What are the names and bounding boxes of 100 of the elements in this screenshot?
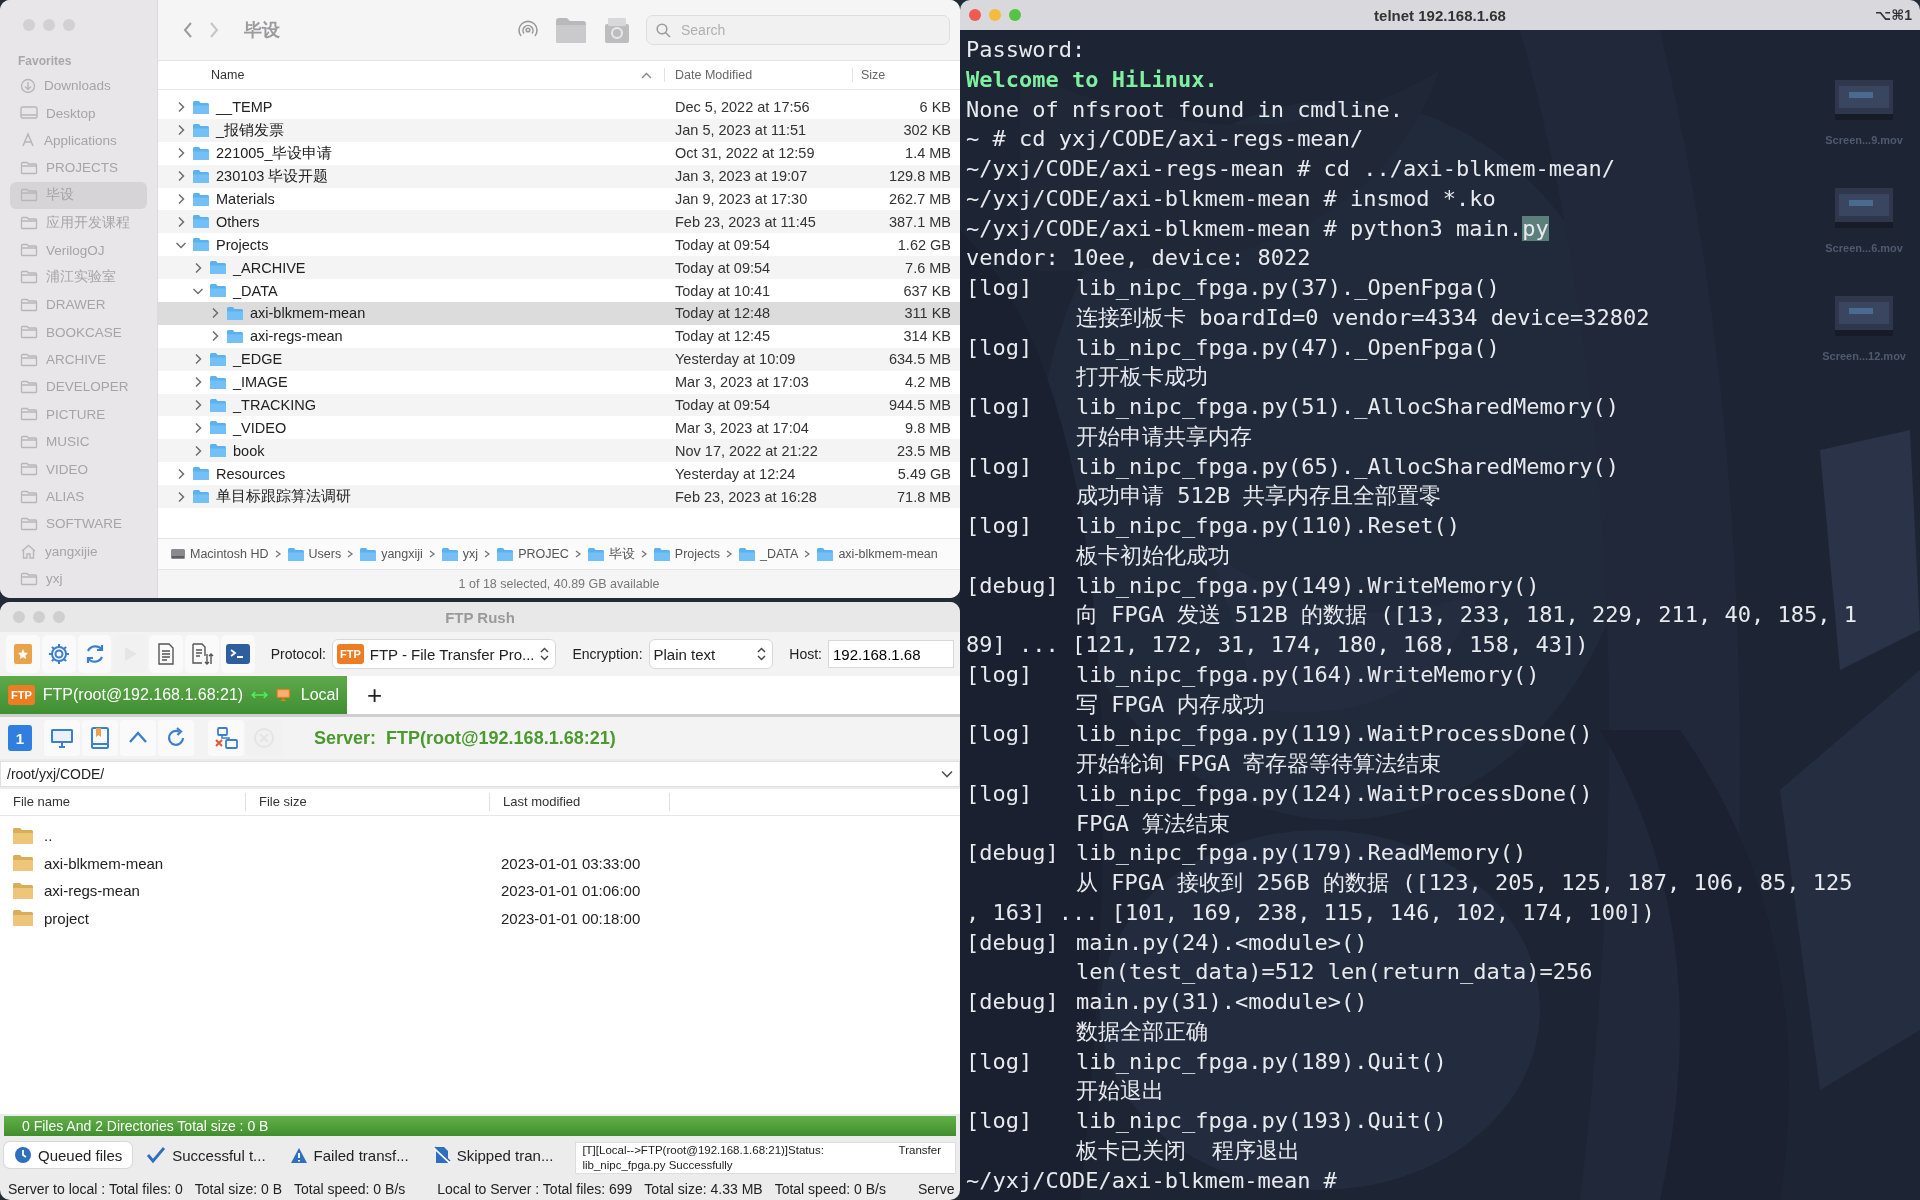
file-row[interactable]: Resources Yesterday at 12:24 5.49 GB bbox=[158, 462, 960, 486]
disclosure-icon[interactable] bbox=[193, 399, 203, 411]
disclosure-icon[interactable] bbox=[176, 170, 186, 183]
monitor-button[interactable] bbox=[44, 720, 80, 756]
terminal-line: [log] lib_nipc_fpga.py(65)._AllocSharedMemory() bbox=[966, 452, 1620, 481]
warning-icon bbox=[289, 1146, 308, 1164]
size-text: 129.8 MB bbox=[887, 168, 952, 185]
disclosure-icon[interactable] bbox=[176, 490, 186, 503]
search-field[interactable]: Search bbox=[646, 15, 950, 45]
file-row[interactable]: _DATA Today at 10:41 637 KB bbox=[158, 279, 960, 302]
column-header[interactable]: Name bbox=[211, 68, 245, 82]
file-row[interactable]: book Nov 17, 2022 at 21:22 23.5 MB bbox=[158, 439, 960, 463]
terminal-button[interactable] bbox=[220, 635, 255, 673]
transfer-button[interactable] bbox=[185, 635, 219, 673]
back-icon[interactable] bbox=[182, 21, 194, 39]
path-item[interactable]: Projects bbox=[652, 546, 720, 562]
host-field[interactable]: 192.168.1.68 bbox=[827, 640, 954, 668]
column-header[interactable]: File size bbox=[246, 793, 490, 811]
terminal-line: 从 FPGA 接收到 256B 的数据 ([123, 205, 125, 187, 106, 85, 125 bbox=[1075, 869, 1853, 897]
protocol-label: Protocol: bbox=[270, 646, 326, 662]
file-row[interactable]: Projects Today at 09:54 1.62 GB bbox=[158, 233, 960, 257]
file-row[interactable]: _报销发票 Jan 5, 2023 at 11:51 302 KB bbox=[158, 118, 960, 142]
disclosure-icon[interactable] bbox=[193, 421, 203, 434]
file-row[interactable]: _TRACKING Today at 09:54 944.5 MB bbox=[158, 393, 960, 417]
disclosure-icon[interactable] bbox=[210, 307, 220, 320]
disclosure-icon[interactable] bbox=[193, 376, 203, 389]
folder-icon bbox=[20, 571, 38, 586]
file-row[interactable]: project 2023-01-01 00:18:00 bbox=[0, 904, 960, 932]
column-header[interactable]: Date Modified bbox=[675, 68, 753, 82]
disclosure-icon[interactable] bbox=[176, 193, 186, 205]
path-item[interactable]: yxj bbox=[440, 546, 479, 562]
disclosure-icon[interactable] bbox=[176, 101, 186, 114]
file-name: _VIDEO bbox=[233, 419, 287, 436]
video-thumbnail-icon bbox=[1835, 296, 1894, 336]
dropdown-icon[interactable] bbox=[941, 770, 953, 778]
column-header[interactable]: Size bbox=[861, 68, 886, 82]
settings-button[interactable] bbox=[41, 635, 76, 673]
file-row[interactable]: 230103 毕设开题 Jan 3, 2023 at 19:07 129.8 MB bbox=[158, 164, 960, 188]
disclosure-icon[interactable] bbox=[176, 147, 186, 160]
folder-icon bbox=[192, 168, 210, 184]
file-row[interactable]: _EDGE Yesterday at 10:09 634.5 MB bbox=[158, 347, 960, 371]
disclosure-icon[interactable] bbox=[176, 215, 186, 228]
file-row[interactable]: axi-blkmem-mean Today at 12:48 311 KB bbox=[158, 302, 960, 325]
file-row[interactable]: .. bbox=[0, 822, 960, 850]
column-header[interactable]: File name bbox=[0, 793, 246, 811]
path-field[interactable]: /root/yxj/CODE/ bbox=[0, 761, 960, 787]
file-row[interactable]: _VIDEO Mar 3, 2023 at 17:04 9.8 MB bbox=[158, 416, 960, 440]
path-item[interactable]: Users bbox=[286, 546, 342, 562]
disclosure-icon[interactable] bbox=[176, 124, 186, 137]
date-text: Today at 09:54 bbox=[674, 397, 772, 413]
up-button[interactable] bbox=[120, 720, 156, 756]
disclosure-icon[interactable] bbox=[193, 444, 203, 457]
terminal-line: [log] lib_nipc_fpga.py(164).WriteMemory() bbox=[966, 660, 1540, 689]
bookmark-button[interactable] bbox=[6, 635, 40, 673]
file-row[interactable]: axi-regs-mean 2023-01-01 01:06:00 bbox=[0, 877, 960, 905]
add-tab-button[interactable]: + bbox=[363, 679, 387, 711]
queue-tab[interactable]: Successful t... bbox=[136, 1142, 276, 1168]
terminal-line: vendor: 10ee, device: 8022 bbox=[966, 244, 1311, 273]
path-item[interactable]: axi-blkmem-mean bbox=[816, 546, 938, 562]
path-item[interactable]: Macintosh HD bbox=[170, 547, 269, 561]
folder-icon bbox=[209, 351, 227, 367]
size-text: 7.6 MB bbox=[904, 259, 952, 276]
path-item[interactable]: 毕设 bbox=[586, 545, 635, 563]
queue-tab[interactable]: Queued files bbox=[4, 1142, 133, 1168]
file-row[interactable]: _IMAGE Mar 3, 2023 at 17:03 4.2 MB bbox=[158, 370, 960, 394]
queue-tab[interactable]: Failed transf... bbox=[279, 1142, 419, 1168]
path-item[interactable]: _DATA bbox=[738, 546, 799, 562]
bookmarks-button[interactable] bbox=[82, 720, 118, 756]
file-row[interactable]: Materials Jan 9, 2023 at 17:30 262.7 MB bbox=[158, 187, 960, 211]
path-item[interactable]: PROJEC bbox=[496, 546, 569, 562]
queue-tab[interactable]: Skipped tran... bbox=[422, 1142, 564, 1168]
disclosure-icon[interactable] bbox=[210, 330, 220, 343]
sync-button[interactable] bbox=[77, 635, 112, 673]
document-button[interactable] bbox=[149, 635, 184, 673]
disclosure-icon[interactable] bbox=[176, 467, 186, 480]
file-row[interactable]: 单目标跟踪算法调研 Feb 23, 2023 at 16:28 71.8 MB bbox=[158, 485, 960, 509]
window-controls[interactable] bbox=[968, 8, 1022, 22]
number-button[interactable]: 1 bbox=[8, 725, 32, 751]
file-row[interactable]: axi-blkmem-mean 2023-01-01 03:33:00 bbox=[0, 849, 960, 877]
folder-icon bbox=[12, 826, 34, 845]
disclosure-icon[interactable] bbox=[193, 353, 203, 366]
folder-icon bbox=[652, 546, 671, 562]
disclosure-icon[interactable] bbox=[193, 261, 203, 274]
file-row[interactable]: axi-regs-mean Today at 12:45 314 KB bbox=[158, 324, 960, 348]
protocol-select[interactable]: FTP FTP - File Transfer Pro... bbox=[331, 639, 557, 669]
path-item[interactable]: yangxiji bbox=[359, 546, 423, 562]
terminal-line: len(test_data)=512 len(return_data)=256 bbox=[1075, 958, 1593, 987]
encryption-select[interactable]: Plain text bbox=[648, 639, 774, 669]
refresh-button[interactable] bbox=[158, 720, 194, 756]
column-header[interactable]: Last modified bbox=[490, 793, 670, 811]
folder-icon bbox=[20, 489, 38, 504]
disconnect-button[interactable] bbox=[208, 720, 244, 756]
file-row[interactable]: __TEMP Dec 5, 2022 at 17:56 6 KB bbox=[158, 96, 960, 119]
status-text: Total speed: 0 B/s bbox=[774, 1181, 886, 1197]
date-text: Feb 23, 2023 at 16:28 bbox=[674, 488, 818, 505]
terminal-line: [log] lib_nipc_fpga.py(193).Quit() bbox=[966, 1107, 1447, 1135]
file-row[interactable]: Others Feb 23, 2023 at 11:45 387.1 MB bbox=[158, 210, 960, 234]
file-row[interactable]: 221005_毕设申请 Oct 31, 2022 at 12:59 1.4 MB bbox=[158, 141, 960, 165]
file-row[interactable]: _ARCHIVE Today at 09:54 7.6 MB bbox=[158, 256, 960, 280]
date-text: Oct 31, 2022 at 12:59 bbox=[674, 145, 816, 162]
